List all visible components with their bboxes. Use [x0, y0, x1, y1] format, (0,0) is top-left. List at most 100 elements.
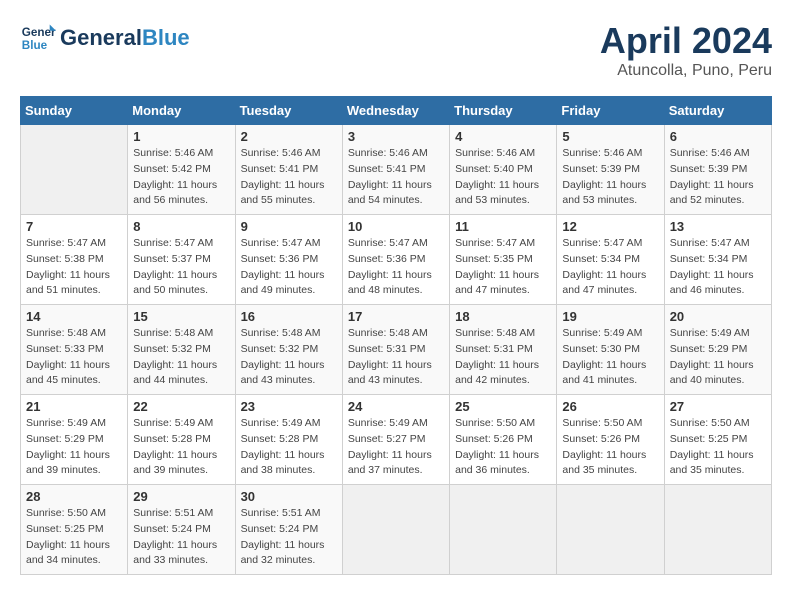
day-number: 22: [133, 399, 229, 414]
calendar-week-3: 14 Sunrise: 5:48 AM Sunset: 5:33 PM Dayli…: [21, 305, 772, 395]
day-number: 16: [241, 309, 337, 324]
calendar-cell: 24 Sunrise: 5:49 AM Sunset: 5:27 PM Dayli…: [342, 395, 449, 485]
day-info: Sunrise: 5:48 AM Sunset: 5:32 PM Dayligh…: [241, 326, 337, 389]
weekday-header-thursday: Thursday: [450, 97, 557, 125]
day-info: Sunrise: 5:48 AM Sunset: 5:32 PM Dayligh…: [133, 326, 229, 389]
calendar-cell: 29 Sunrise: 5:51 AM Sunset: 5:24 PM Dayli…: [128, 485, 235, 575]
day-info: Sunrise: 5:48 AM Sunset: 5:31 PM Dayligh…: [455, 326, 551, 389]
svg-text:Blue: Blue: [22, 39, 48, 52]
day-number: 20: [670, 309, 766, 324]
calendar-cell: 17 Sunrise: 5:48 AM Sunset: 5:31 PM Dayli…: [342, 305, 449, 395]
calendar-cell: 26 Sunrise: 5:50 AM Sunset: 5:26 PM Dayli…: [557, 395, 664, 485]
day-number: 2: [241, 129, 337, 144]
day-info: Sunrise: 5:49 AM Sunset: 5:29 PM Dayligh…: [26, 416, 122, 479]
day-info: Sunrise: 5:50 AM Sunset: 5:26 PM Dayligh…: [455, 416, 551, 479]
day-number: 5: [562, 129, 658, 144]
day-number: 26: [562, 399, 658, 414]
logo-text: GeneralBlue: [60, 26, 190, 50]
day-info: Sunrise: 5:46 AM Sunset: 5:39 PM Dayligh…: [670, 146, 766, 209]
weekday-header-saturday: Saturday: [664, 97, 771, 125]
calendar-cell: 8Sunrise: 5:47 AM Sunset: 5:37 PM Daylig…: [128, 215, 235, 305]
calendar-cell: [21, 125, 128, 215]
day-info: Sunrise: 5:46 AM Sunset: 5:42 PM Dayligh…: [133, 146, 229, 209]
day-info: Sunrise: 5:47 AM Sunset: 5:36 PM Dayligh…: [348, 236, 444, 299]
day-info: Sunrise: 5:51 AM Sunset: 5:24 PM Dayligh…: [241, 506, 337, 569]
calendar-week-5: 28 Sunrise: 5:50 AM Sunset: 5:25 PM Dayli…: [21, 485, 772, 575]
day-number: 29: [133, 489, 229, 504]
weekday-header-tuesday: Tuesday: [235, 97, 342, 125]
day-info: Sunrise: 5:49 AM Sunset: 5:27 PM Dayligh…: [348, 416, 444, 479]
calendar-title: April 2024: [600, 20, 772, 62]
day-number: 14: [26, 309, 122, 324]
calendar-cell: [342, 485, 449, 575]
day-info: Sunrise: 5:46 AM Sunset: 5:41 PM Dayligh…: [241, 146, 337, 209]
calendar-cell: 20 Sunrise: 5:49 AM Sunset: 5:29 PM Dayli…: [664, 305, 771, 395]
weekday-header-friday: Friday: [557, 97, 664, 125]
calendar-cell: 18 Sunrise: 5:48 AM Sunset: 5:31 PM Dayli…: [450, 305, 557, 395]
day-info: Sunrise: 5:49 AM Sunset: 5:28 PM Dayligh…: [241, 416, 337, 479]
day-info: Sunrise: 5:48 AM Sunset: 5:33 PM Dayligh…: [26, 326, 122, 389]
weekday-header-wednesday: Wednesday: [342, 97, 449, 125]
calendar-cell: 30 Sunrise: 5:51 AM Sunset: 5:24 PM Dayli…: [235, 485, 342, 575]
title-block: April 2024 Atuncolla, Puno, Peru: [600, 20, 772, 80]
calendar-cell: [557, 485, 664, 575]
calendar-subtitle: Atuncolla, Puno, Peru: [600, 62, 772, 80]
day-info: Sunrise: 5:47 AM Sunset: 5:34 PM Dayligh…: [562, 236, 658, 299]
calendar-cell: 11 Sunrise: 5:47 AM Sunset: 5:35 PM Dayli…: [450, 215, 557, 305]
day-number: 18: [455, 309, 551, 324]
day-info: Sunrise: 5:46 AM Sunset: 5:41 PM Dayligh…: [348, 146, 444, 209]
calendar-cell: 10 Sunrise: 5:47 AM Sunset: 5:36 PM Dayli…: [342, 215, 449, 305]
day-info: Sunrise: 5:47 AM Sunset: 5:38 PM Dayligh…: [26, 236, 122, 299]
day-number: 28: [26, 489, 122, 504]
day-number: 12: [562, 219, 658, 234]
day-info: Sunrise: 5:48 AM Sunset: 5:31 PM Dayligh…: [348, 326, 444, 389]
calendar-cell: 28 Sunrise: 5:50 AM Sunset: 5:25 PM Dayli…: [21, 485, 128, 575]
day-info: Sunrise: 5:50 AM Sunset: 5:25 PM Dayligh…: [26, 506, 122, 569]
day-number: 15: [133, 309, 229, 324]
day-info: Sunrise: 5:47 AM Sunset: 5:37 PM Dayligh…: [133, 236, 229, 299]
calendar-cell: [450, 485, 557, 575]
day-number: 24: [348, 399, 444, 414]
day-info: Sunrise: 5:50 AM Sunset: 5:26 PM Dayligh…: [562, 416, 658, 479]
calendar-cell: 14 Sunrise: 5:48 AM Sunset: 5:33 PM Dayli…: [21, 305, 128, 395]
day-number: 11: [455, 219, 551, 234]
day-number: 17: [348, 309, 444, 324]
day-info: Sunrise: 5:47 AM Sunset: 5:35 PM Dayligh…: [455, 236, 551, 299]
day-number: 3: [348, 129, 444, 144]
calendar-cell: 7 Sunrise: 5:47 AM Sunset: 5:38 PM Daylig…: [21, 215, 128, 305]
calendar-cell: 22 Sunrise: 5:49 AM Sunset: 5:28 PM Dayli…: [128, 395, 235, 485]
day-number: 7: [26, 219, 122, 234]
calendar-week-2: 7 Sunrise: 5:47 AM Sunset: 5:38 PM Daylig…: [21, 215, 772, 305]
day-info: Sunrise: 5:49 AM Sunset: 5:28 PM Dayligh…: [133, 416, 229, 479]
calendar-cell: 5 Sunrise: 5:46 AM Sunset: 5:39 PM Daylig…: [557, 125, 664, 215]
calendar-cell: 12 Sunrise: 5:47 AM Sunset: 5:34 PM Dayli…: [557, 215, 664, 305]
day-number: 9: [241, 219, 337, 234]
weekday-header-monday: Monday: [128, 97, 235, 125]
calendar-cell: 21 Sunrise: 5:49 AM Sunset: 5:29 PM Dayli…: [21, 395, 128, 485]
day-number: 25: [455, 399, 551, 414]
calendar-week-1: 1 Sunrise: 5:46 AM Sunset: 5:42 PM Daylig…: [21, 125, 772, 215]
day-info: Sunrise: 5:46 AM Sunset: 5:39 PM Dayligh…: [562, 146, 658, 209]
day-info: Sunrise: 5:47 AM Sunset: 5:34 PM Dayligh…: [670, 236, 766, 299]
calendar-week-4: 21 Sunrise: 5:49 AM Sunset: 5:29 PM Dayli…: [21, 395, 772, 485]
day-info: Sunrise: 5:51 AM Sunset: 5:24 PM Dayligh…: [133, 506, 229, 569]
calendar-cell: 3 Sunrise: 5:46 AM Sunset: 5:41 PM Daylig…: [342, 125, 449, 215]
day-number: 30: [241, 489, 337, 504]
day-info: Sunrise: 5:49 AM Sunset: 5:29 PM Dayligh…: [670, 326, 766, 389]
day-number: 4: [455, 129, 551, 144]
header: General Blue GeneralBlue April 2024 Atun…: [20, 20, 772, 80]
calendar-cell: 4Sunrise: 5:46 AM Sunset: 5:40 PM Daylig…: [450, 125, 557, 215]
calendar-cell: 15 Sunrise: 5:48 AM Sunset: 5:32 PM Dayli…: [128, 305, 235, 395]
day-number: 23: [241, 399, 337, 414]
calendar-cell: 19Sunrise: 5:49 AM Sunset: 5:30 PM Dayli…: [557, 305, 664, 395]
day-info: Sunrise: 5:50 AM Sunset: 5:25 PM Dayligh…: [670, 416, 766, 479]
day-info: Sunrise: 5:47 AM Sunset: 5:36 PM Dayligh…: [241, 236, 337, 299]
calendar-cell: 27Sunrise: 5:50 AM Sunset: 5:25 PM Dayli…: [664, 395, 771, 485]
day-number: 19: [562, 309, 658, 324]
calendar-cell: 16 Sunrise: 5:48 AM Sunset: 5:32 PM Dayli…: [235, 305, 342, 395]
calendar-cell: 6Sunrise: 5:46 AM Sunset: 5:39 PM Daylig…: [664, 125, 771, 215]
logo: General Blue GeneralBlue: [20, 20, 190, 56]
day-number: 1: [133, 129, 229, 144]
day-number: 21: [26, 399, 122, 414]
day-number: 10: [348, 219, 444, 234]
